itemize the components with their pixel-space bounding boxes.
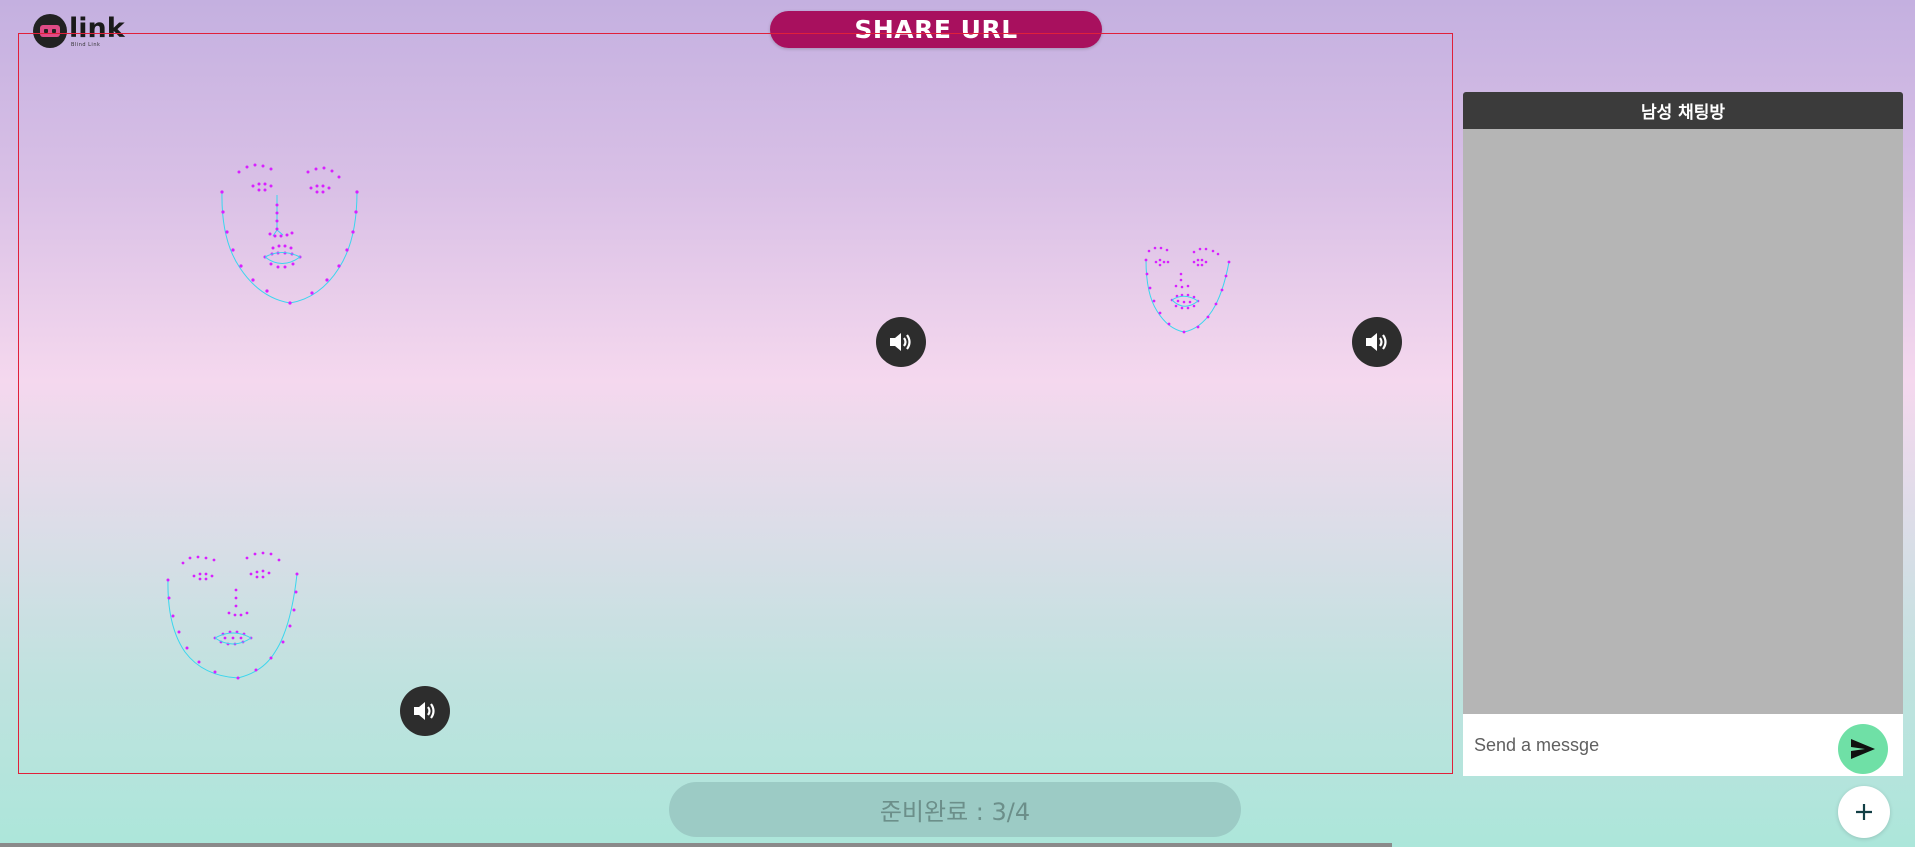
face-bottom-left: [166, 551, 299, 680]
face-top-right: [1144, 246, 1231, 334]
chat-input-row: [1463, 714, 1903, 776]
chat-messages[interactable]: [1463, 129, 1903, 714]
speaker-button-2[interactable]: [1352, 317, 1402, 367]
speaker-button-1[interactable]: [876, 317, 926, 367]
speaker-button-3[interactable]: [400, 686, 450, 736]
speaker-icon: [414, 702, 435, 720]
send-icon: [1851, 739, 1875, 759]
face-top-left: [220, 163, 359, 305]
speaker-icon: [1366, 333, 1387, 351]
add-button[interactable]: [1838, 786, 1890, 838]
chat-panel: 남성 채팅방: [1463, 92, 1903, 776]
ready-status-button[interactable]: 준비완료 : 3/4: [669, 782, 1241, 837]
speaker-icon: [890, 333, 911, 351]
chat-title: 남성 채팅방: [1463, 92, 1903, 129]
bottom-scrollbar: [0, 843, 1392, 847]
chat-message-input[interactable]: [1472, 733, 1826, 757]
send-button[interactable]: [1838, 724, 1888, 774]
plus-icon: [1856, 804, 1872, 820]
